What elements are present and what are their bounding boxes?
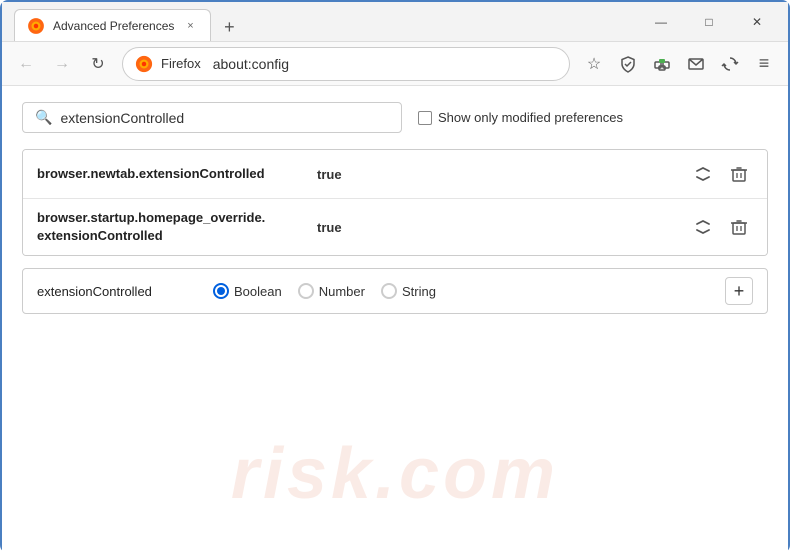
toggle-button[interactable]: [689, 160, 717, 188]
show-modified-checkbox[interactable]: [418, 111, 432, 125]
table-row: browser.newtab.extensionControlled true: [23, 150, 767, 199]
address-bar[interactable]: Firefox: [122, 47, 570, 81]
browser-toolbar: ← → ↻ Firefox ☆: [2, 42, 788, 86]
radio-string-label: String: [402, 284, 436, 299]
row-actions: [689, 160, 753, 188]
radio-number[interactable]: Number: [298, 283, 365, 299]
results-table: browser.newtab.extensionControlled true: [22, 149, 768, 256]
new-tab-button[interactable]: +: [215, 13, 243, 41]
radio-circle-boolean: [213, 283, 229, 299]
radio-boolean[interactable]: Boolean: [213, 283, 282, 299]
add-preference-row: extensionControlled Boolean Number Strin…: [22, 268, 768, 314]
radio-circle-string: [381, 283, 397, 299]
radio-string[interactable]: String: [381, 283, 436, 299]
bookmark-icon[interactable]: ☆: [578, 48, 610, 80]
main-content: 🔍 Show only modified preferences browser…: [2, 86, 788, 555]
active-tab[interactable]: Advanced Preferences ×: [14, 9, 211, 41]
radio-number-label: Number: [319, 284, 365, 299]
email-icon[interactable]: [680, 48, 712, 80]
search-bar: 🔍 Show only modified preferences: [22, 102, 768, 133]
search-icon: 🔍: [35, 109, 52, 126]
forward-button[interactable]: →: [46, 48, 78, 80]
reload-button[interactable]: ↻: [82, 48, 114, 80]
row-actions: [689, 213, 753, 241]
type-radio-group: Boolean Number String: [213, 283, 709, 299]
search-input[interactable]: [60, 110, 389, 126]
show-modified-label[interactable]: Show only modified preferences: [418, 110, 623, 125]
pref-value: true: [317, 220, 689, 235]
radio-boolean-label: Boolean: [234, 284, 282, 299]
radio-circle-number: [298, 283, 314, 299]
close-button[interactable]: ✕: [734, 6, 780, 38]
pref-name: browser.startup.homepage_override.extens…: [37, 209, 317, 245]
tab-close-button[interactable]: ×: [182, 18, 198, 34]
pref-value: true: [317, 167, 689, 182]
tab-favicon-icon: [27, 17, 45, 35]
show-modified-text: Show only modified preferences: [438, 110, 623, 125]
tab-area: Advanced Preferences × +: [14, 2, 638, 41]
toggle-button[interactable]: [689, 213, 717, 241]
maximize-button[interactable]: □: [686, 6, 732, 38]
back-button[interactable]: ←: [10, 48, 42, 80]
main-wrapper: risk.com 🔍 Show only modified preference…: [2, 86, 788, 555]
minimize-button[interactable]: —: [638, 6, 684, 38]
table-row: browser.startup.homepage_override.extens…: [23, 199, 767, 255]
delete-button[interactable]: [725, 213, 753, 241]
menu-icon[interactable]: ≡: [748, 48, 780, 80]
title-bar: Advanced Preferences × + — □ ✕: [2, 2, 788, 42]
extension-icon[interactable]: [646, 48, 678, 80]
pref-name: browser.newtab.extensionControlled: [37, 165, 317, 183]
firefox-logo-icon: [135, 55, 153, 73]
address-input[interactable]: [213, 56, 557, 72]
toolbar-icons: ☆: [578, 48, 780, 80]
add-pref-name: extensionControlled: [37, 284, 197, 299]
add-preference-button[interactable]: +: [725, 277, 753, 305]
tab-title: Advanced Preferences: [53, 19, 174, 33]
firefox-label: Firefox: [161, 56, 201, 71]
delete-button[interactable]: [725, 160, 753, 188]
synced-tabs-icon[interactable]: [714, 48, 746, 80]
shield-icon[interactable]: [612, 48, 644, 80]
search-input-wrap: 🔍: [22, 102, 402, 133]
window-controls: — □ ✕: [638, 6, 788, 38]
